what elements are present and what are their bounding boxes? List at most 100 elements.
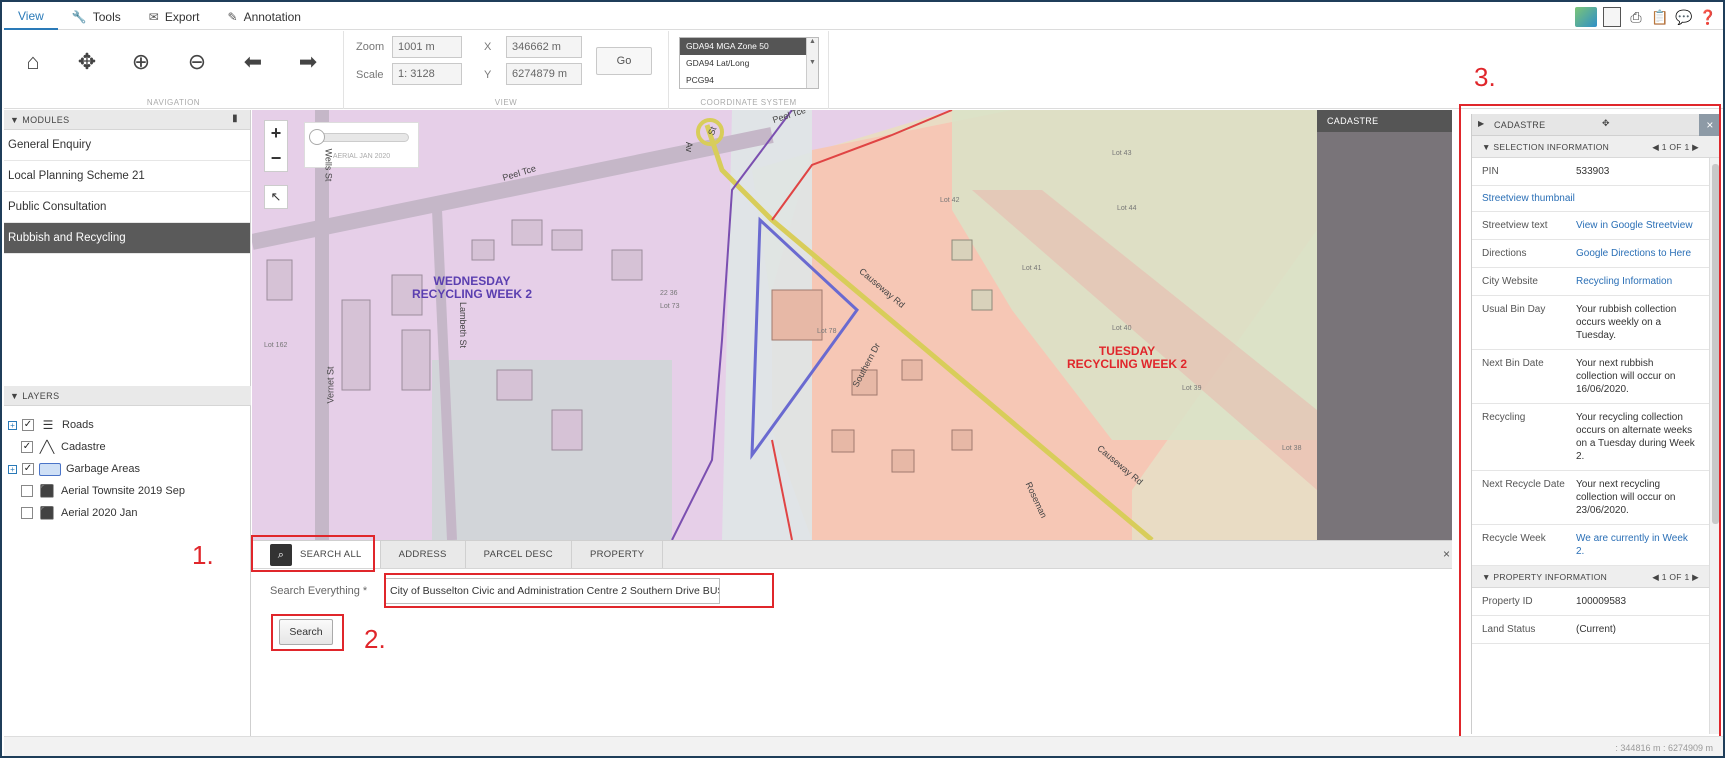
export-icon: ✉ xyxy=(148,9,159,24)
coord-option[interactable]: PCG94 xyxy=(680,72,818,88)
tuesday-line-2: RECYCLING WEEK 2 xyxy=(1067,357,1188,371)
ribbon: ⌂ ✥ ⊕ ⊖ ⬅ ➡ NAVIGATION Zoom 1001 m Scale… xyxy=(4,31,1723,109)
layer-checkbox[interactable] xyxy=(21,507,33,519)
layer-label: Cadastre xyxy=(61,441,106,453)
lot-label: Lot 41 xyxy=(1022,265,1042,272)
menu-tools[interactable]: 🔧 Tools xyxy=(58,4,135,30)
module-item-general-enquiry[interactable]: General Enquiry xyxy=(4,130,250,161)
status-coordinates: : 344816 m : 6274909 m xyxy=(1615,743,1713,753)
print-icon[interactable]: ⎙ xyxy=(1627,8,1645,26)
modules-title: MODULES xyxy=(22,115,70,125)
cadastre-overlay: CADASTRE xyxy=(1317,110,1452,540)
menu-view-label: View xyxy=(18,8,44,23)
wednesday-zone-label: WEDNESDAY RECYCLING WEEK 2 xyxy=(412,275,532,301)
y-field[interactable]: 6274879 m xyxy=(506,63,582,85)
annotation-box-search-all xyxy=(251,535,375,572)
lot-label: Lot 78 xyxy=(817,328,837,335)
expand-icon[interactable]: + xyxy=(8,464,17,474)
expand-icon[interactable]: + xyxy=(8,420,17,430)
tab-parcel-desc[interactable]: PARCEL DESC xyxy=(466,541,572,568)
map-zoom-in-button[interactable]: + xyxy=(265,121,287,146)
aerial-slider-label: AERIAL JAN 2020 xyxy=(332,153,391,160)
tab-property[interactable]: PROPERTY xyxy=(572,541,664,568)
street-label: Lambeth St xyxy=(458,301,469,349)
go-button[interactable]: Go xyxy=(596,47,652,75)
home-icon[interactable]: ⌂ xyxy=(16,45,50,79)
tuesday-zone-label: TUESDAY RECYCLING WEEK 2 xyxy=(1067,345,1187,371)
module-item-rubbish-recycling[interactable]: Rubbish and Recycling xyxy=(4,223,250,254)
layer-row-aerial-2019[interactable]: ⬛ Aerial Townsite 2019 Sep xyxy=(21,480,185,502)
scale-label: Scale xyxy=(356,69,384,81)
help-icon[interactable]: ❓ xyxy=(1699,8,1717,26)
scale-field[interactable]: 1: 3128 xyxy=(392,63,462,85)
menu-tools-label: Tools xyxy=(92,9,121,24)
layer-row-garbage-areas[interactable]: + ✓ Garbage Areas xyxy=(8,458,140,480)
y-label: Y xyxy=(484,69,492,81)
aerial-layer-icon: ⬛ xyxy=(39,506,55,520)
layer-checkbox[interactable] xyxy=(21,485,33,497)
annotation-box-info-panel xyxy=(1459,104,1721,740)
forward-icon[interactable]: ➡ xyxy=(291,45,325,79)
annotation-box-search-button xyxy=(271,614,344,651)
layers-header[interactable]: ▼ LAYERS xyxy=(4,386,251,406)
search-panel: ⌕ SEARCH ALL ADDRESS PARCEL DESC PROPERTY… xyxy=(252,540,1452,736)
menu-bar: View 🔧 Tools ✉ Export ✎ Annotation ⎙ 📋 💬 ❓ xyxy=(4,4,1723,30)
coord-option[interactable]: GDA94 Lat/Long xyxy=(680,55,818,72)
map-zoom-out-button[interactable]: − xyxy=(265,146,287,171)
clipboard-icon[interactable]: 📋 xyxy=(1651,8,1669,26)
coordinate-system-group: GDA94 MGA Zone 50 GDA94 Lat/Long PCG94 ▲… xyxy=(669,31,829,109)
lot-label: Lot 162 xyxy=(264,342,288,349)
street-label: Av xyxy=(684,141,695,153)
slider-handle[interactable] xyxy=(309,129,325,145)
zoom-control: + − xyxy=(264,120,288,172)
aerial-layer-icon: ⬛ xyxy=(39,484,55,498)
lot-label: Lot 73 xyxy=(660,303,680,310)
status-bar: : 344816 m : 6274909 m xyxy=(4,736,1723,756)
calendar-icon[interactable] xyxy=(1603,7,1621,27)
layers-section: ▼ LAYERS xyxy=(4,386,251,406)
view-group: Zoom 1001 m Scale 1: 3128 X 346662 m Y 6… xyxy=(344,31,669,109)
annotation-box-search-input xyxy=(384,573,774,608)
lot-label: Lot 39 xyxy=(1182,385,1202,392)
lot-label: 22 36 xyxy=(660,290,678,297)
aerial-slider[interactable]: AERIAL JAN 2020 xyxy=(304,122,419,168)
select-tool-icon[interactable]: ↖ xyxy=(264,185,288,209)
pan-icon[interactable]: ✥ xyxy=(70,45,104,79)
layer-row-cadastre[interactable]: ✓ ╱╲ Cadastre xyxy=(21,436,106,458)
layer-checkbox[interactable]: ✓ xyxy=(22,463,34,475)
pin-icon[interactable]: ▮ xyxy=(232,113,238,124)
x-field[interactable]: 346662 m xyxy=(506,36,582,58)
menu-annotation[interactable]: ✎ Annotation xyxy=(214,4,315,30)
layer-label: Roads xyxy=(62,419,94,431)
close-icon[interactable]: × xyxy=(1443,547,1450,561)
layer-row-roads[interactable]: + ✓ ☰ Roads xyxy=(8,414,94,436)
back-icon[interactable]: ⬅ xyxy=(236,45,270,79)
zoom-in-icon[interactable]: ⊕ xyxy=(124,45,158,79)
menu-view[interactable]: View xyxy=(4,4,58,30)
layer-checkbox[interactable]: ✓ xyxy=(21,441,33,453)
zoom-out-icon[interactable]: ⊖ xyxy=(180,45,214,79)
modules-header[interactable]: ▼ MODULES ▮ xyxy=(4,110,250,130)
layer-row-aerial-2020[interactable]: ⬛ Aerial 2020 Jan xyxy=(21,502,137,524)
menu-export[interactable]: ✉ Export xyxy=(135,4,214,30)
module-item-local-planning[interactable]: Local Planning Scheme 21 xyxy=(4,161,250,192)
comment-icon[interactable]: 💬 xyxy=(1675,8,1693,26)
garbage-areas-layer-icon xyxy=(39,462,61,476)
layers-title: LAYERS xyxy=(22,391,60,401)
zoom-label: Zoom xyxy=(356,41,385,53)
tab-address[interactable]: ADDRESS xyxy=(381,541,466,568)
coord-scrollbar[interactable]: ▲ ▼ xyxy=(806,38,818,88)
coordinate-system-list[interactable]: GDA94 MGA Zone 50 GDA94 Lat/Long PCG94 ▲… xyxy=(679,37,819,89)
module-item-public-consultation[interactable]: Public Consultation xyxy=(4,192,250,223)
coord-option[interactable]: GDA94 MGA Zone 50 xyxy=(680,38,818,55)
x-label: X xyxy=(484,41,492,53)
map-view[interactable]: + − ↖ AERIAL JAN 2020 WEDNESDAY RECYCLIN… xyxy=(252,110,1452,540)
slider-track[interactable] xyxy=(313,133,409,142)
layer-checkbox[interactable]: ✓ xyxy=(22,419,34,431)
street-label: Wells St xyxy=(323,148,334,182)
lot-label: Lot 38 xyxy=(1282,445,1302,452)
menu-annotation-label: Annotation xyxy=(243,9,301,24)
lot-label: Lot 44 xyxy=(1117,205,1137,212)
navigation-group: ⌂ ✥ ⊕ ⊖ ⬅ ➡ NAVIGATION xyxy=(4,31,344,109)
zoom-field[interactable]: 1001 m xyxy=(392,36,462,58)
